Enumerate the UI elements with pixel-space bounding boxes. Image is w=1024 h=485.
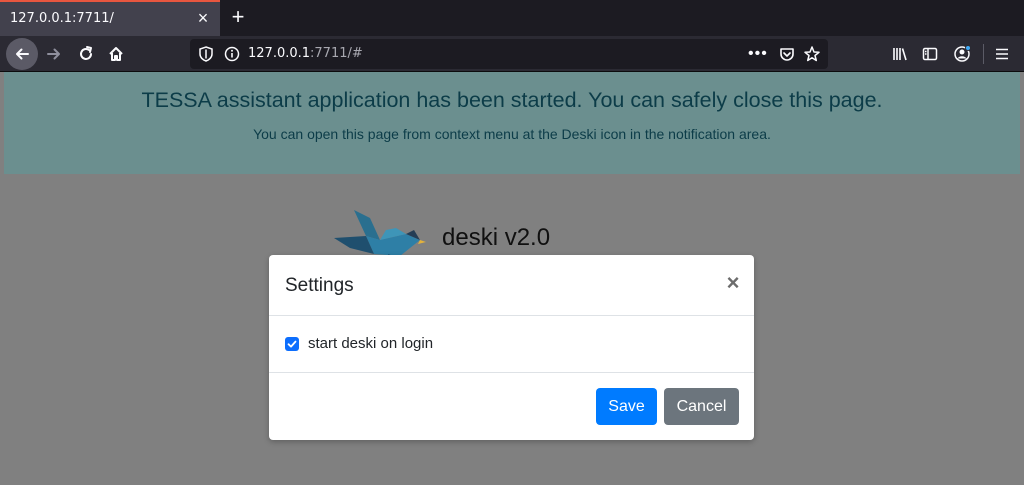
account-icon [954,45,971,62]
back-button[interactable] [6,38,38,70]
pocket-icon[interactable] [778,45,796,63]
info-icon[interactable] [224,46,240,62]
start-on-login-checkbox[interactable] [285,337,299,351]
new-tab-icon[interactable]: + [226,4,250,30]
menu-button[interactable] [988,40,1016,68]
home-icon [109,47,123,61]
url-input[interactable]: 127.0.0.1:7711/# [248,46,363,61]
modal-header: Settings × [269,255,754,316]
home-button[interactable] [102,40,130,68]
tab-bar: 127.0.0.1:7711/ × + [0,0,1024,36]
url-bar[interactable]: 127.0.0.1:7711/# ••• [190,39,828,69]
checkmark-icon [287,340,297,348]
checkbox-label[interactable]: start deski on login [308,335,433,352]
cancel-button[interactable]: Cancel [664,388,739,425]
sidebar-icon [922,47,938,61]
app-title: deski v2.0 [442,224,551,251]
library-icon [893,48,907,61]
star-icon[interactable] [803,45,821,63]
forward-icon [47,48,60,60]
settings-modal: Settings × start deski on login Save Can… [269,255,754,440]
modal-footer: Save Cancel [269,372,754,440]
sidebar-button[interactable] [916,40,944,68]
url-rest: :7711/# [310,46,363,61]
notice-banner: TESSA assistant application has been sta… [4,72,1020,174]
banner-subtitle: You can open this page from context menu… [253,126,771,142]
page-actions-icon[interactable]: ••• [748,45,768,63]
menu-icon [996,48,1008,60]
reload-icon [80,46,92,60]
tab-title: 127.0.0.1:7711/ [10,11,114,26]
navigation-toolbar: 127.0.0.1:7711/# ••• [0,36,1024,72]
banner-title: TESSA assistant application has been sta… [141,88,883,112]
save-button[interactable]: Save [596,388,657,425]
shield-icon[interactable] [198,46,214,62]
toolbar-separator [983,44,984,64]
forward-button[interactable] [40,40,68,68]
account-button[interactable] [948,40,976,68]
close-icon[interactable]: × [721,271,745,295]
page-content: TESSA assistant application has been sta… [0,72,1024,485]
back-icon [16,48,29,60]
library-button[interactable] [886,40,914,68]
url-host: 127.0.0.1 [248,46,311,61]
modal-body: start deski on login [269,316,754,372]
tab-close-icon[interactable]: × [193,8,213,28]
reload-button[interactable] [72,40,100,68]
browser-tab[interactable]: 127.0.0.1:7711/ × [0,0,220,36]
modal-title: Settings [285,275,354,296]
